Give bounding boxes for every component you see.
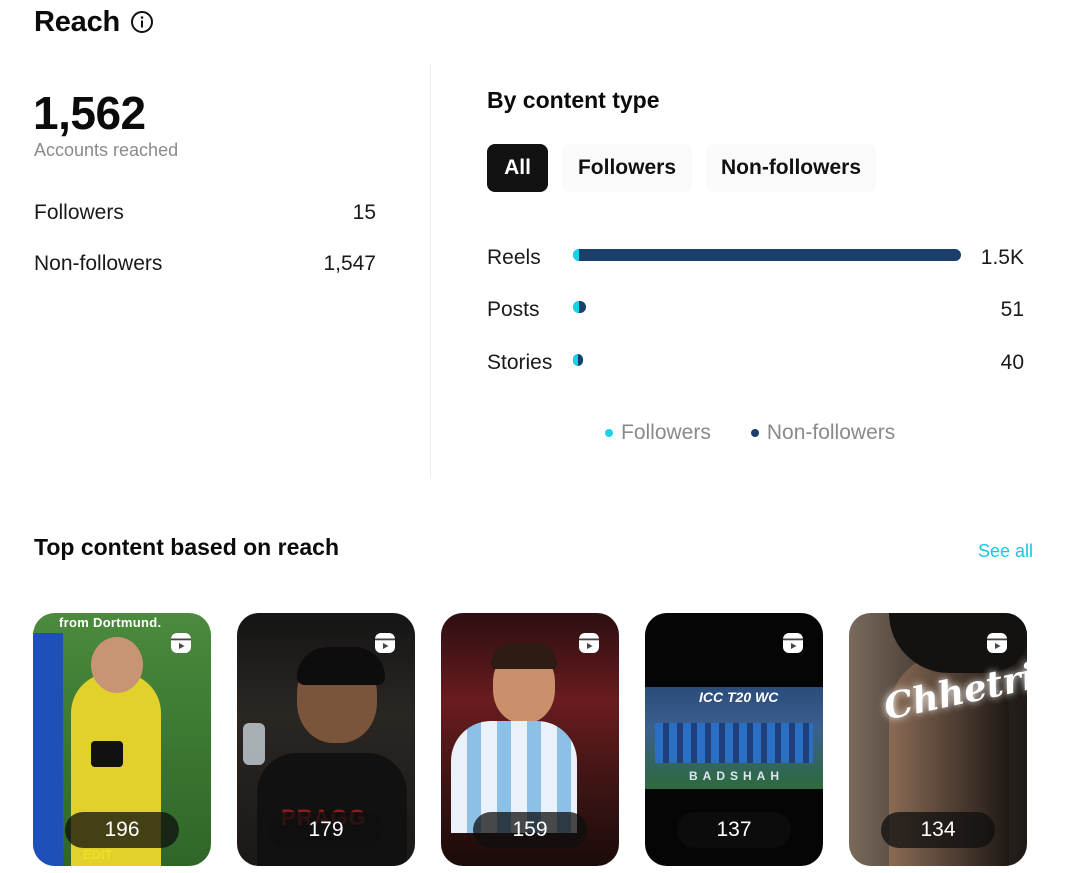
stories-bar bbox=[573, 354, 583, 366]
non-followers-value: 1,547 bbox=[323, 252, 376, 275]
top-content-card[interactable]: Chhetri 134 bbox=[849, 613, 1027, 866]
legend-followers-label: Followers bbox=[621, 421, 711, 444]
card-thumbnail-shape bbox=[91, 741, 123, 767]
reels-bar bbox=[573, 249, 961, 261]
reel-icon bbox=[985, 631, 1009, 655]
top-content-title: Top content based on reach bbox=[34, 534, 339, 560]
card-reach-count: 159 bbox=[473, 812, 587, 848]
top-content-card[interactable]: PRAGG 179 bbox=[237, 613, 415, 866]
followers-value: 15 bbox=[352, 201, 376, 224]
card-caption-bottom: BADSHAH bbox=[689, 769, 784, 783]
card-caption-bottom: EDIT bbox=[83, 847, 113, 862]
card-thumbnail-shape bbox=[491, 643, 557, 669]
by-content-type-title: By content type bbox=[487, 87, 660, 113]
followers-label: Followers bbox=[34, 201, 124, 224]
top-content-card[interactable]: 159 bbox=[441, 613, 619, 866]
stories-label: Stories bbox=[487, 351, 553, 374]
see-all-link[interactable]: See all bbox=[978, 541, 1033, 562]
non-followers-dot-icon bbox=[750, 429, 759, 437]
legend-non-followers-label: Non-followers bbox=[766, 421, 896, 444]
reels-non-followers-bar bbox=[573, 249, 961, 261]
reels-value: 1.5K bbox=[980, 246, 1024, 269]
stories-value: 40 bbox=[1000, 351, 1024, 374]
top-content-card[interactable]: ICC T20 WC BADSHAH 137 bbox=[645, 613, 823, 866]
info-icon[interactable] bbox=[130, 10, 154, 34]
card-caption-top: ICC T20 WC bbox=[699, 689, 779, 705]
reels-followers-bar bbox=[573, 249, 579, 261]
accounts-reached-total: 1,562 bbox=[33, 87, 146, 139]
followers-dot-icon bbox=[605, 429, 613, 437]
reel-icon bbox=[373, 631, 397, 655]
top-content-card[interactable]: from Dortmund. EDIT 196 bbox=[33, 613, 211, 866]
card-thumbnail-shape bbox=[33, 633, 63, 866]
page-title: Reach bbox=[34, 6, 121, 38]
section-divider bbox=[430, 64, 431, 478]
reels-label: Reels bbox=[487, 246, 541, 269]
card-reach-count: 196 bbox=[65, 812, 179, 848]
card-thumbnail-shape bbox=[91, 637, 143, 693]
non-followers-label: Non-followers bbox=[34, 252, 163, 275]
posts-bar bbox=[573, 301, 586, 313]
tab-all[interactable]: All bbox=[487, 144, 548, 192]
card-thumbnail-shape bbox=[297, 647, 385, 685]
tab-followers[interactable]: Followers bbox=[562, 144, 692, 192]
tab-non-followers[interactable]: Non-followers bbox=[706, 144, 876, 192]
card-thumbnail-shape bbox=[655, 723, 813, 763]
stories-followers-bar bbox=[573, 354, 578, 366]
posts-label: Posts bbox=[487, 298, 540, 321]
posts-followers-bar bbox=[573, 301, 579, 313]
chart-legend: Followers Non-followers bbox=[605, 421, 895, 445]
legend-non-followers: Non-followers bbox=[750, 421, 896, 445]
reel-icon bbox=[577, 631, 601, 655]
card-reach-count: 137 bbox=[677, 812, 791, 848]
card-reach-count: 179 bbox=[269, 812, 383, 848]
posts-value: 51 bbox=[1000, 298, 1024, 321]
reel-icon bbox=[169, 631, 193, 655]
accounts-reached-label: Accounts reached bbox=[34, 140, 179, 160]
legend-followers: Followers bbox=[605, 421, 711, 445]
card-reach-count: 134 bbox=[881, 812, 995, 848]
reel-icon bbox=[781, 631, 805, 655]
card-thumbnail-shape bbox=[243, 723, 265, 765]
card-caption-top: from Dortmund. bbox=[59, 615, 162, 630]
